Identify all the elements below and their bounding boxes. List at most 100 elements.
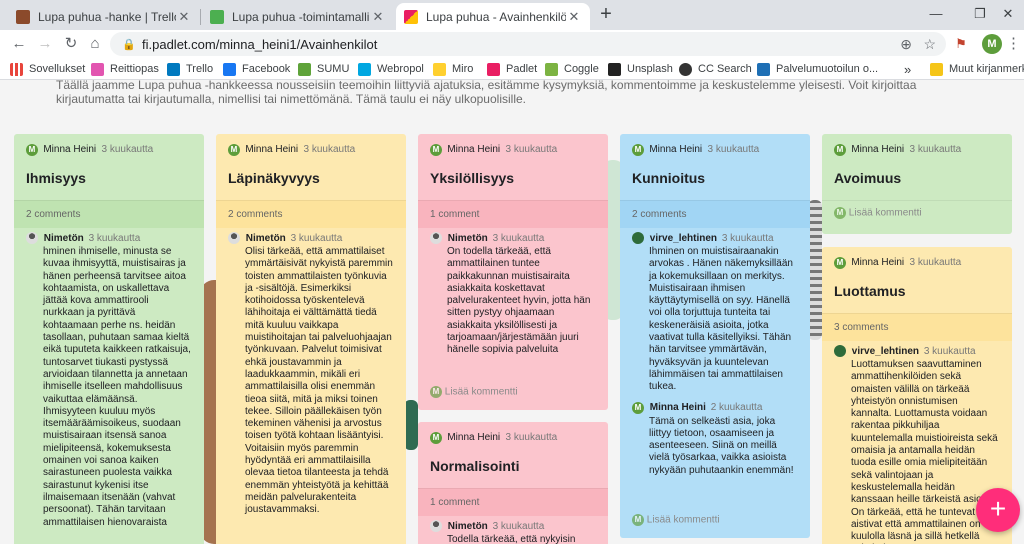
pdf-extension-icon[interactable]: ⚑ [950, 33, 972, 55]
author-avatar: M [632, 514, 644, 526]
bookmark-palvelumuotoilu[interactable]: Palvelumuotoilun o... [757, 61, 878, 77]
tab-padlet-active[interactable]: Lupa puhua - Avainhenkilöt ✕ [396, 3, 590, 30]
forward-arrow-icon[interactable]: → [34, 33, 56, 55]
browser-tab-bar: Lupa puhua -hanke | Trello ✕ Lupa puhua … [0, 0, 1024, 30]
trello-favicon-icon [16, 9, 30, 24]
bookmarks-overflow-button[interactable]: » [904, 61, 911, 77]
comment: Nimetön 3 kuukautta Todella tärkeää, ett… [418, 516, 608, 544]
bookmark-webropol[interactable]: Webropol [358, 61, 424, 77]
palvelumuotoilu-icon [757, 62, 770, 76]
bookmark-miro[interactable]: Miro [433, 61, 473, 77]
comment-count[interactable]: 2 comments [620, 200, 810, 228]
user-avatar [632, 232, 644, 244]
comment-count[interactable]: 3 comments [822, 313, 1012, 341]
padlet-canvas: Täällä jaamme Lupa puhua -hankkeessa nou… [0, 80, 1024, 544]
background-illustration [808, 200, 822, 340]
post-card-kunnioitus[interactable]: M Minna Heini 3 kuukautta Kunnioitus 2 c… [620, 134, 810, 538]
close-tab-icon[interactable]: ✕ [566, 9, 582, 25]
bookmark-label: Sovellukset [29, 63, 86, 75]
comment: Nimetön 3 kuukautta hminen ihmiselle, mi… [14, 228, 204, 535]
author-avatar: M [430, 143, 442, 156]
coggle-icon [545, 62, 558, 76]
comment-time: 3 kuukautta [492, 520, 545, 532]
cc-icon [679, 62, 692, 76]
bookmark-reittiopas[interactable]: Reittiopas [91, 61, 159, 77]
comment-count[interactable]: 2 comments [216, 200, 406, 228]
bookmark-label: Webropol [377, 63, 424, 75]
bookmark-sovellukset[interactable]: Sovellukset [10, 61, 85, 77]
comment-author: virve_lehtinen [851, 345, 920, 357]
reload-icon[interactable]: ↻ [60, 33, 82, 55]
post-card-lapinakyvyys[interactable]: M Minna Heini 3 kuukautta Läpinäkyvyys 2… [216, 134, 406, 544]
bookmark-star-icon[interactable]: ☆ [923, 36, 936, 53]
bookmark-label: Unsplash [627, 63, 673, 75]
bookmark-facebook[interactable]: Facebook [223, 61, 290, 77]
more-menu-icon[interactable]: ⋮ [1006, 33, 1021, 55]
tab-divider [200, 9, 201, 25]
post-author: Minna Heini [447, 432, 501, 444]
post-title: Avoimuus [834, 170, 902, 186]
trello-icon [167, 62, 180, 76]
comment-count[interactable]: 2 comments [14, 200, 204, 228]
padlet-icon [487, 62, 500, 76]
other-bookmarks[interactable]: Muut kirjanmerkit [930, 61, 1024, 77]
add-comment-button[interactable]: M Lisää kommentti [620, 506, 732, 534]
comment-count[interactable]: 1 comment [418, 488, 608, 516]
tab-trello[interactable]: Lupa puhua -hanke | Trello ✕ [8, 3, 200, 30]
background-illustration [404, 400, 418, 450]
bookmark-coggle[interactable]: Coggle [545, 61, 599, 77]
close-tab-icon[interactable]: ✕ [370, 9, 386, 25]
miro-icon [433, 62, 446, 76]
comment-text: On todella tärkeää, että ammattilainen t… [447, 246, 591, 356]
unsplash-icon [608, 62, 621, 76]
comment-author: Nimetön [447, 520, 488, 532]
add-comment-button[interactable]: M Lisää kommentti [418, 378, 530, 406]
add-post-button[interactable]: + [976, 488, 1020, 532]
comment: M Minna Heini 2 kuukautta Tämä on selkeä… [620, 400, 810, 483]
close-window-icon[interactable]: ✕ [992, 3, 1024, 25]
author-avatar: M [632, 143, 644, 156]
bookmark-sumu[interactable]: SUMU [298, 61, 349, 77]
post-time: 3 kuukautta [909, 144, 962, 156]
comment: Nimetön 3 kuukautta On todella tärkeää, … [418, 228, 608, 363]
profile-avatar[interactable]: M [982, 34, 1002, 54]
back-arrow-icon[interactable]: ← [8, 33, 30, 55]
comment-count[interactable]: 1 comment [418, 200, 608, 228]
bookmark-trello[interactable]: Trello [167, 61, 213, 77]
post-time: 3 kuukautta [303, 144, 356, 156]
post-title: Normalisointi [430, 458, 520, 474]
address-bar[interactable]: 🔒 fi.padlet.com/minna_heini1/Avainhenkil… [110, 32, 946, 56]
comment-author: Minna Heini [649, 402, 706, 414]
coggle-favicon-icon [210, 9, 224, 24]
bookmark-padlet[interactable]: Padlet [487, 61, 537, 77]
add-comment-button[interactable]: M Lisää kommentti [822, 200, 1012, 227]
add-comment-label: Lisää kommentti [848, 207, 922, 219]
home-icon[interactable]: ⌂ [84, 33, 106, 55]
author-avatar: M [632, 401, 644, 414]
post-card-normalisointi[interactable]: M Minna Heini 3 kuukautta Normalisointi … [418, 422, 608, 544]
post-card-avoimuus[interactable]: M Minna Heini 3 kuukautta Avoimuus M Lis… [822, 134, 1012, 234]
close-tab-icon[interactable]: ✕ [176, 9, 192, 25]
bookmark-label: CC Search [698, 63, 752, 75]
post-author: Minna Heini [649, 144, 703, 156]
comment-time: 2 kuukautta [710, 402, 763, 414]
comment-text: Tämä on selkeästi asia, joka liittyy tie… [649, 415, 794, 476]
minimize-icon[interactable]: — [914, 3, 958, 25]
bookmark-label: Facebook [242, 63, 291, 75]
bookmark-label: Miro [452, 63, 474, 75]
tab-title: Lupa puhua -toimintamallin tai v [232, 9, 370, 24]
post-card-yksilollisyys[interactable]: M Minna Heini 3 kuukautta Yksilöllisyys … [418, 134, 608, 410]
new-tab-button[interactable]: + [592, 3, 620, 25]
bookmark-unsplash[interactable]: Unsplash [608, 61, 673, 77]
folder-icon [930, 62, 943, 76]
add-site-icon[interactable]: ⊕ [900, 36, 912, 53]
bookmark-cc-search[interactable]: CC Search [679, 61, 752, 77]
user-avatar [834, 345, 846, 357]
tab-title: Lupa puhua - Avainhenkilöt [426, 9, 566, 24]
tab-coggle[interactable]: Lupa puhua -toimintamallin tai v ✕ [202, 3, 394, 30]
padlet-favicon-icon [404, 9, 418, 24]
post-author: Minna Heini [43, 144, 97, 156]
post-title: Kunnioitus [632, 170, 706, 186]
post-card-ihmisyys[interactable]: M Minna Heini 3 kuukautta Ihmisyys 2 com… [14, 134, 204, 544]
post-title: Ihmisyys [26, 170, 86, 186]
